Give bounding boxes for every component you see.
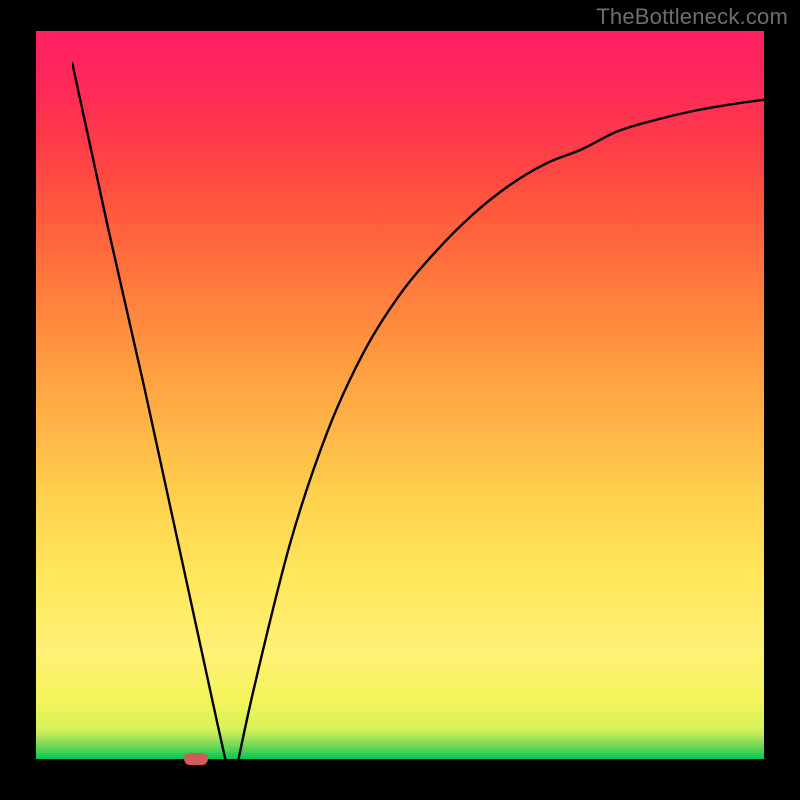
chart-stage: TheBottleneck.com bbox=[0, 0, 800, 800]
plot-area bbox=[36, 31, 764, 759]
watermark-label: TheBottleneck.com bbox=[596, 4, 788, 30]
heat-gradient-background bbox=[36, 31, 764, 759]
